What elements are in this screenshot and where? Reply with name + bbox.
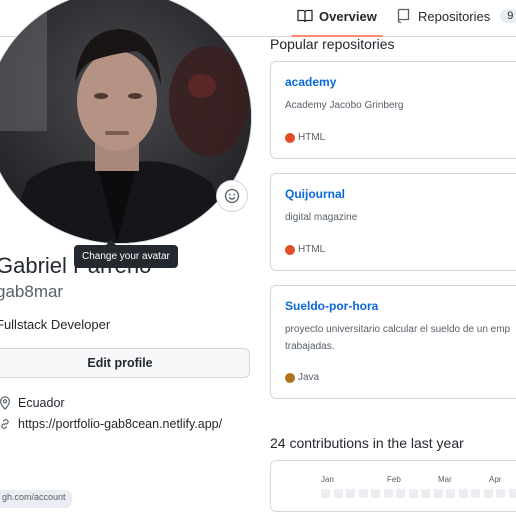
contribution-cell[interactable] [371,489,380,498]
repo-description-line: trabajadas. [285,338,516,355]
contribution-cell[interactable] [446,489,455,498]
repo-description: digital magazine [285,209,516,226]
contribution-cell[interactable] [359,489,368,498]
location-text: Ecuador [18,396,65,410]
avatar[interactable] [0,0,252,244]
month-label: Mar [438,475,452,484]
repositories-counter: 9 [500,9,516,23]
contribution-cell[interactable] [484,489,493,498]
avatar-tooltip: Change your avatar [74,245,178,268]
month-label: Feb [387,475,401,484]
repo-description: proyecto universitario calcular el sueld… [285,321,516,355]
contribution-cell[interactable] [346,489,355,498]
contributions-title: 24 contributions in the last year [270,435,464,451]
month-label: Apr [489,475,501,484]
avatar-photo [0,0,251,243]
language-label: Java [298,372,319,383]
tab-repositories-label: Repositories [418,9,490,24]
language-color-dot [285,373,295,383]
contribution-graph: Jan Feb Mar Apr [270,460,516,512]
month-label: Jan [321,475,334,484]
repo-link[interactable]: Quijournal [285,187,345,201]
repo-card: academy Academy Jacobo Grinberg HTML [270,61,516,159]
contribution-cell[interactable] [421,489,430,498]
tab-overview-label: Overview [319,9,377,24]
repo-icon [396,8,412,24]
repo-link[interactable]: Sueldo-por-hora [285,299,378,313]
profile-website[interactable]: https://portfolio-gab8cean.netlify.app/ [0,417,222,431]
set-status-button[interactable] [216,180,248,212]
contribution-cell[interactable] [321,489,330,498]
contribution-cell[interactable] [496,489,505,498]
repo-language: Java [285,372,319,383]
language-label: HTML [298,244,325,255]
profile-login: gab8mar [0,282,63,302]
repo-description: Academy Jacobo Grinberg [285,97,516,114]
repo-description-line: proyecto universitario calcular el sueld… [285,321,516,338]
repo-link[interactable]: academy [285,75,336,89]
tab-overview[interactable]: Overview [297,8,377,24]
tab-repositories[interactable]: Repositories 9 [396,8,516,24]
contribution-cell[interactable] [434,489,443,498]
popular-repositories-title: Popular repositories [270,36,395,52]
status-badge: gh.com/account [0,490,72,508]
repo-language: HTML [285,132,325,143]
contribution-cell[interactable] [384,489,393,498]
location-icon [0,396,12,410]
contribution-cell[interactable] [459,489,468,498]
contribution-cell[interactable] [471,489,480,498]
contribution-cell[interactable] [396,489,405,498]
contribution-cell[interactable] [409,489,418,498]
language-color-dot [285,133,295,143]
profile-location: Ecuador [0,396,65,410]
smiley-icon [224,188,240,204]
repo-card: Sueldo-por-hora proyecto universitario c… [270,285,516,399]
contribution-cell[interactable] [334,489,343,498]
link-icon [0,417,12,431]
repo-language: HTML [285,244,325,255]
language-color-dot [285,245,295,255]
language-label: HTML [298,132,325,143]
edit-profile-button[interactable]: Edit profile [0,348,250,378]
profile-bio: Fullstack Developer [0,317,110,332]
book-icon [297,8,313,24]
contribution-cell[interactable] [509,489,516,498]
repo-card: Quijournal digital magazine HTML [270,173,516,271]
website-link[interactable]: https://portfolio-gab8cean.netlify.app/ [18,417,222,431]
